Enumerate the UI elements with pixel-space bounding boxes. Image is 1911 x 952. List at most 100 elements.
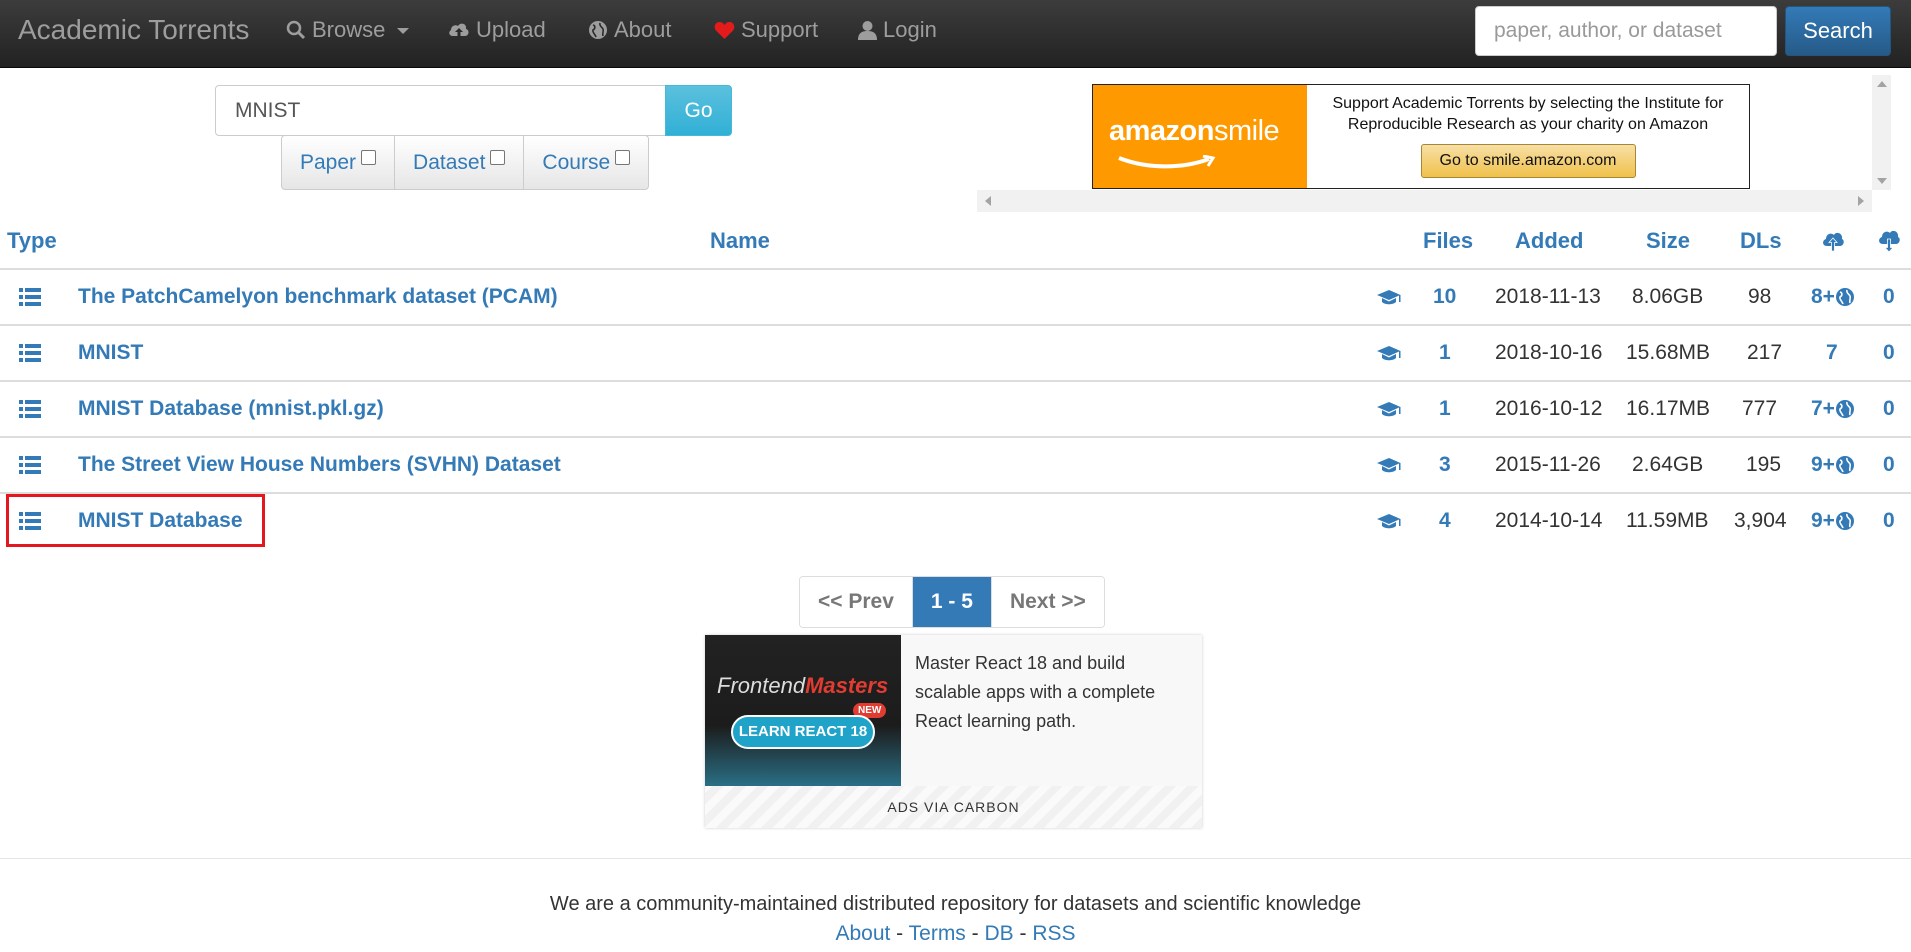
carbon-ad-image[interactable]: FrontendMasters NEW LEARN REACT 18 <box>705 635 901 786</box>
filter-paper[interactable]: Paper <box>282 136 396 189</box>
nav-support[interactable]: Support <box>714 17 818 43</box>
filter-course-checkbox[interactable] <box>615 150 631 165</box>
navbar: Academic Torrents Browse Upload About Su… <box>0 0 1911 68</box>
scroll-left-icon[interactable] <box>985 196 991 206</box>
torrent-name-link[interactable]: MNIST <box>78 326 143 380</box>
current-page[interactable]: 1 - 5 <box>912 577 992 627</box>
filter-dataset-checkbox[interactable] <box>490 150 506 165</box>
filter-course-label: Course <box>542 150 611 174</box>
footer-separator: - <box>890 922 909 945</box>
col-added-header[interactable]: Added <box>1515 228 1583 254</box>
filter-dataset-label: Dataset <box>413 150 486 174</box>
files-count-link[interactable]: 1 <box>1439 326 1451 380</box>
globe-icon <box>1835 512 1854 530</box>
caret-down-icon <box>397 28 410 34</box>
footer-db-link[interactable]: DB <box>984 922 1013 945</box>
scroll-up-icon[interactable] <box>1877 81 1887 87</box>
files-count-link[interactable]: 10 <box>1433 270 1456 324</box>
graduation-cap-icon[interactable] <box>1377 382 1401 436</box>
amazon-smile-ad[interactable]: amazonsmile Support Academic Torrents by… <box>1092 84 1750 189</box>
next-page-button[interactable]: Next >> <box>991 577 1104 627</box>
leechers-link[interactable]: 0 <box>1883 270 1895 324</box>
table-row: The Street View House Numbers (SVHN) Dat… <box>0 438 1911 492</box>
amazon-smile-arrow-icon <box>1118 155 1216 169</box>
added-date: 2018-10-16 <box>1495 341 1603 364</box>
amazon-logo-word: amazon <box>1109 115 1214 147</box>
smile-logo-word: smile <box>1213 115 1280 147</box>
graduation-cap-icon[interactable] <box>1377 438 1401 492</box>
col-seeders-header-icon[interactable] <box>1821 229 1845 253</box>
globe-icon <box>1835 400 1854 418</box>
col-type-header[interactable]: Type <box>7 228 57 254</box>
brand-link[interactable]: Academic Torrents <box>18 14 249 46</box>
added-date: 2014-10-14 <box>1495 509 1603 532</box>
list-icon[interactable] <box>19 382 41 436</box>
filter-paper-label: Paper <box>300 150 357 174</box>
seeders-link[interactable]: 7+ <box>1811 382 1855 436</box>
ad-vertical-scrollbar[interactable] <box>1872 75 1891 190</box>
nav-browse-label: Browse <box>312 17 386 42</box>
col-name-header[interactable]: Name <box>710 228 770 254</box>
graduation-cap-icon[interactable] <box>1377 326 1401 380</box>
seeders-count: 7+ <box>1811 397 1835 420</box>
heart-icon <box>714 21 735 39</box>
nav-browse[interactable]: Browse <box>286 17 410 43</box>
leechers-link[interactable]: 0 <box>1883 326 1895 380</box>
seeders-link[interactable]: 9+ <box>1811 494 1855 548</box>
ad-horizontal-scrollbar[interactable] <box>977 190 1872 212</box>
footer-terms-link[interactable]: Terms <box>909 922 966 945</box>
col-files-header[interactable]: Files <box>1423 228 1473 254</box>
scroll-down-icon[interactable] <box>1877 178 1887 184</box>
nav-support-label: Support <box>741 17 819 42</box>
col-dls-header[interactable]: DLs <box>1740 228 1782 254</box>
scroll-right-icon[interactable] <box>1858 196 1864 206</box>
search-icon <box>286 20 306 40</box>
nav-login[interactable]: Login <box>858 17 937 43</box>
nav-upload[interactable]: Upload <box>448 17 546 43</box>
table-row: The PatchCamelyon benchmark dataset (PCA… <box>0 270 1911 324</box>
ads-via-carbon-link[interactable]: ADS VIA CARBON <box>705 786 1202 828</box>
nav-login-label: Login <box>883 17 937 42</box>
torrent-name-link[interactable]: MNIST Database (mnist.pkl.gz) <box>78 382 384 436</box>
leechers-link[interactable]: 0 <box>1883 438 1895 492</box>
footer-rss-link[interactable]: RSS <box>1032 922 1075 945</box>
list-icon[interactable] <box>19 326 41 380</box>
leechers-link[interactable]: 0 <box>1883 494 1895 548</box>
seeders-link[interactable]: 8+ <box>1811 270 1855 324</box>
pagination: << Prev 1 - 5 Next >> <box>799 576 1105 628</box>
col-leechers-header-icon[interactable] <box>1877 229 1901 253</box>
downloads-count: 217 <box>1747 341 1783 364</box>
prev-page-button[interactable]: << Prev <box>800 577 913 627</box>
size-value: 8.06GB <box>1632 285 1704 308</box>
seeders-count: 9+ <box>1811 509 1835 532</box>
files-count-link[interactable]: 1 <box>1439 382 1451 436</box>
query-input[interactable] <box>215 85 666 136</box>
site-search-button[interactable]: Search <box>1785 6 1891 56</box>
seeders-link[interactable]: 7 <box>1826 326 1838 380</box>
site-search-input[interactable] <box>1475 6 1777 56</box>
torrent-name-link[interactable]: The PatchCamelyon benchmark dataset (PCA… <box>78 270 558 324</box>
amazon-smile-button[interactable]: Go to smile.amazon.com <box>1420 144 1636 178</box>
user-icon <box>858 21 877 40</box>
filter-course[interactable]: Course <box>524 136 648 189</box>
nav-about[interactable]: About <box>588 17 672 43</box>
graduation-cap-icon[interactable] <box>1377 270 1401 324</box>
go-button[interactable]: Go <box>665 85 732 136</box>
carbon-ad[interactable]: FrontendMasters NEW LEARN REACT 18 Maste… <box>705 635 1202 828</box>
footer-about-link[interactable]: About <box>835 922 890 945</box>
torrent-name-link[interactable]: The Street View House Numbers (SVHN) Dat… <box>78 438 561 492</box>
highlight-box <box>6 494 265 547</box>
table-row: MNIST 1 2018-10-16 15.68MB 217 7 0 <box>0 326 1911 380</box>
filter-paper-checkbox[interactable] <box>361 150 377 165</box>
graduation-cap-icon[interactable] <box>1377 494 1401 548</box>
files-count-link[interactable]: 3 <box>1439 438 1451 492</box>
seeders-count: 9+ <box>1811 453 1835 476</box>
list-icon[interactable] <box>19 270 41 324</box>
leechers-link[interactable]: 0 <box>1883 382 1895 436</box>
col-size-header[interactable]: Size <box>1646 228 1690 254</box>
seeders-link[interactable]: 9+ <box>1811 438 1855 492</box>
carbon-ad-text[interactable]: Master React 18 and build scalable apps … <box>915 649 1190 736</box>
list-icon[interactable] <box>19 438 41 492</box>
files-count-link[interactable]: 4 <box>1439 494 1451 548</box>
filter-dataset[interactable]: Dataset <box>395 136 525 189</box>
